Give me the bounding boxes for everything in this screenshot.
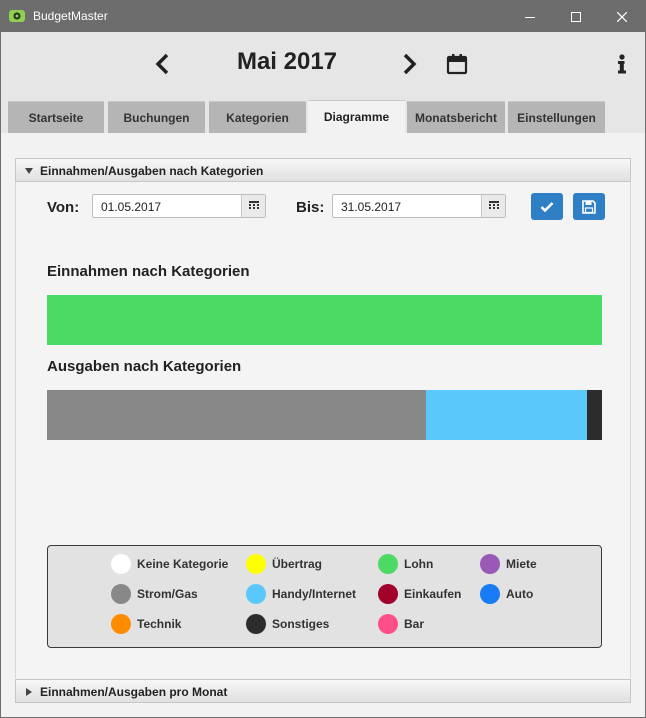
panel-header-per-month[interactable]: Einnahmen/Ausgaben pro Monat <box>15 679 631 703</box>
collapsed-triangle-icon <box>26 688 32 696</box>
legend-item: Technik <box>111 613 181 635</box>
calendar-icon[interactable] <box>446 53 468 75</box>
category-legend: Keine Kategorie Übertrag Lohn Miete Strom/Ga… <box>47 545 602 648</box>
title-bar: BudgetMaster <box>1 1 645 32</box>
expense-bar-chart <box>47 390 602 440</box>
tab-kategorien[interactable]: Kategorien <box>209 101 306 133</box>
legend-label: Bar <box>404 617 425 631</box>
legend-item: Lohn <box>378 553 433 575</box>
legend-item: Einkaufen <box>378 583 461 605</box>
expense-chart-title: Ausgaben nach Kategorien <box>47 358 242 375</box>
legend-item: Auto <box>480 583 533 605</box>
apply-button[interactable] <box>531 193 563 220</box>
legend-item: Handy/Internet <box>246 583 356 605</box>
legend-label: Keine Kategorie <box>137 557 229 571</box>
panel-title: Einnahmen/Ausgaben pro Monat <box>40 685 228 699</box>
legend-label: Einkaufen <box>404 587 462 601</box>
minimize-icon <box>525 16 535 18</box>
legend-label: Strom/Gas <box>137 587 198 601</box>
maximize-button[interactable] <box>553 1 599 32</box>
income-bar-chart <box>47 295 602 345</box>
to-date-calendar-button[interactable] <box>481 195 505 217</box>
tab-monatsbericht[interactable]: Monatsbericht <box>407 101 505 133</box>
legend-color-dot <box>111 584 131 604</box>
chevron-right-icon[interactable] <box>399 52 419 76</box>
legend-color-dot <box>378 554 398 574</box>
bar-segment-lohn[interactable] <box>47 295 602 345</box>
tab-diagramme[interactable]: Diagramme <box>308 100 405 133</box>
calendar-grid-icon <box>488 201 499 209</box>
legend-color-dot <box>246 614 266 634</box>
window-title: BudgetMaster <box>33 9 108 23</box>
legend-item: Strom/Gas <box>111 583 198 605</box>
month-title: Mai 2017 <box>236 48 338 75</box>
legend-color-dot <box>378 584 398 604</box>
legend-label: Technik <box>137 617 182 631</box>
legend-color-dot <box>480 584 500 604</box>
legend-label: Auto <box>506 587 534 601</box>
from-label: Von: <box>47 199 80 216</box>
diagram-content: Einnahmen/Ausgaben nach Kategorien Von: … <box>1 133 645 717</box>
legend-item: Miete <box>480 553 537 575</box>
bar-segment-sonstiges[interactable] <box>587 390 602 440</box>
legend-color-dot <box>480 554 500 574</box>
panel-body-categories: Von: 01.05.2017 Bis: 31.05.2017 Einnahme… <box>15 182 631 678</box>
legend-label: Lohn <box>404 557 434 571</box>
floppy-disk-icon <box>582 199 596 214</box>
legend-item: Keine Kategorie <box>111 553 228 575</box>
tab-einstellungen[interactable]: Einstellungen <box>508 101 605 133</box>
legend-color-dot <box>246 554 266 574</box>
month-header: Mai 2017 <box>1 32 645 100</box>
legend-item: Sonstiges <box>246 613 329 635</box>
legend-item: Übertrag <box>246 553 322 575</box>
from-date-calendar-button[interactable] <box>241 195 265 217</box>
app-logo-icon <box>9 10 25 22</box>
info-icon[interactable] <box>613 52 629 76</box>
legend-color-dot <box>246 584 266 604</box>
legend-label: Handy/Internet <box>272 587 357 601</box>
bar-segment-handy-internet[interactable] <box>426 390 587 440</box>
chevron-left-icon[interactable] <box>153 52 173 76</box>
close-button[interactable] <box>599 1 645 32</box>
from-date-picker[interactable]: 01.05.2017 <box>92 194 266 218</box>
minimize-button[interactable] <box>507 1 553 32</box>
checkmark-icon <box>540 201 554 212</box>
legend-color-dot <box>111 614 131 634</box>
calendar-grid-icon <box>248 201 259 209</box>
panel-title: Einnahmen/Ausgaben nach Kategorien <box>40 164 264 178</box>
close-icon <box>617 11 627 22</box>
legend-color-dot <box>111 554 131 574</box>
app-window: BudgetMaster Mai 2017 Startseite Buchung… <box>0 0 646 718</box>
maximize-icon <box>571 11 581 22</box>
legend-color-dot <box>378 614 398 634</box>
bar-segment-strom-gas[interactable] <box>47 390 427 440</box>
legend-item: Bar <box>378 613 424 635</box>
legend-label: Miete <box>506 557 537 571</box>
tab-bar: Startseite Buchungen Kategorien Diagramm… <box>1 100 645 133</box>
to-date-value[interactable]: 31.05.2017 <box>341 200 401 214</box>
expanded-triangle-icon <box>25 168 33 174</box>
to-date-picker[interactable]: 31.05.2017 <box>332 194 506 218</box>
to-label: Bis: <box>296 199 325 216</box>
income-chart-title: Einnahmen nach Kategorien <box>47 263 250 280</box>
legend-label: Übertrag <box>272 557 323 571</box>
tab-buchungen[interactable]: Buchungen <box>108 101 205 133</box>
panel-header-categories[interactable]: Einnahmen/Ausgaben nach Kategorien <box>15 158 631 182</box>
legend-label: Sonstiges <box>272 617 330 631</box>
save-button[interactable] <box>573 193 605 220</box>
from-date-value[interactable]: 01.05.2017 <box>101 200 161 214</box>
tab-startseite[interactable]: Startseite <box>8 101 104 133</box>
